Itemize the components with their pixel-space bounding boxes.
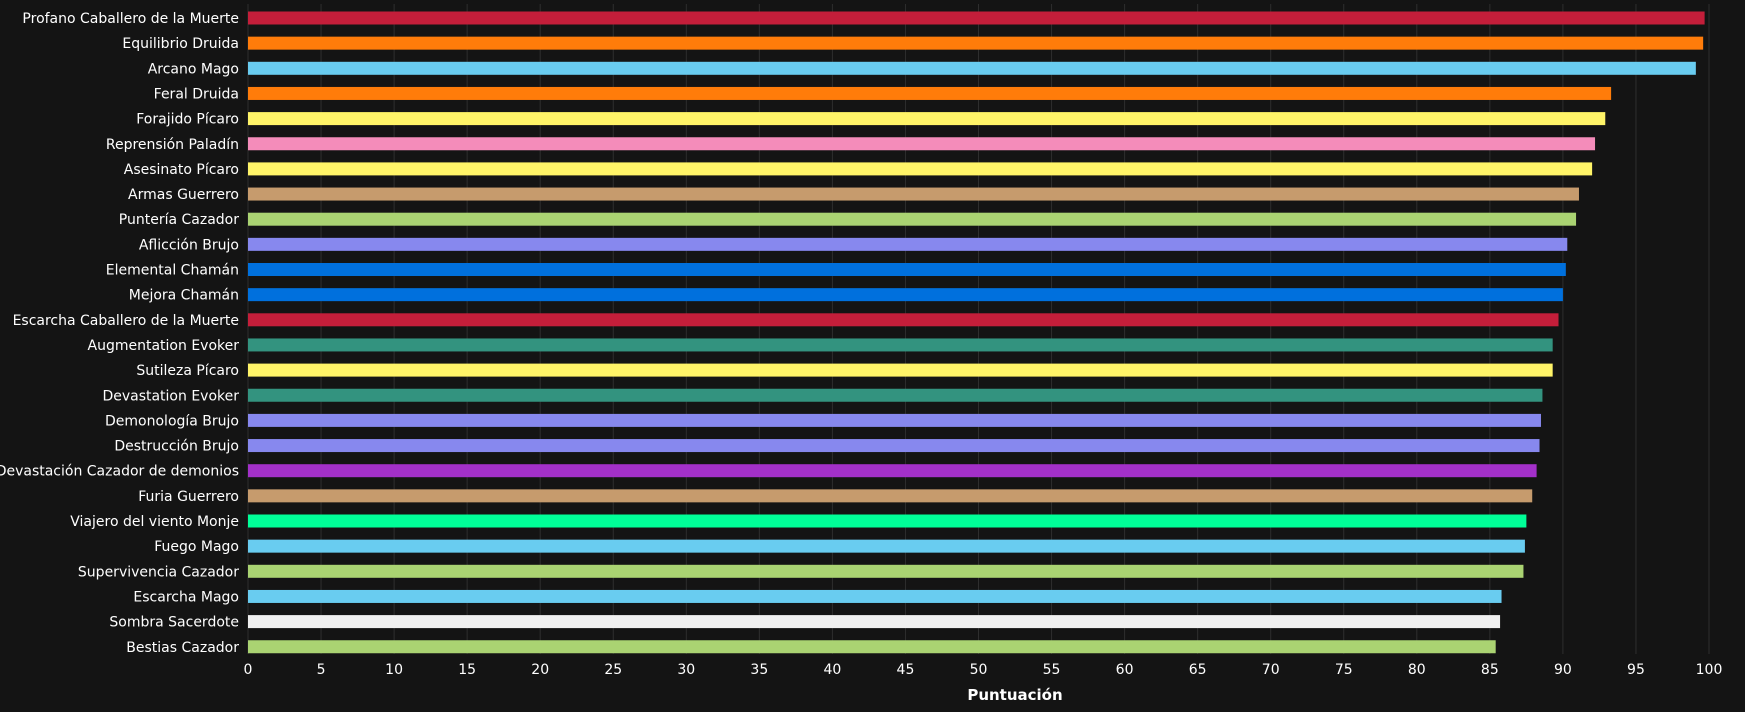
category-label: Escarcha Mago <box>133 589 239 605</box>
category-label: Profano Caballero de la Muerte <box>22 11 239 27</box>
category-label: Sutileza Pícaro <box>136 363 239 379</box>
category-label: Reprensión Paladín <box>106 137 239 153</box>
bar[interactable] <box>248 212 1577 226</box>
bar[interactable] <box>248 313 1559 327</box>
bar[interactable] <box>248 489 1533 503</box>
x-tick-label: 25 <box>604 662 622 678</box>
x-tick-label: 45 <box>897 662 915 678</box>
x-tick-label: 65 <box>1189 662 1207 678</box>
x-tick-label: 95 <box>1627 662 1645 678</box>
bar[interactable] <box>248 61 1696 75</box>
x-tick-label: 60 <box>1116 662 1134 678</box>
bar[interactable] <box>248 112 1606 126</box>
category-label: Destrucción Brujo <box>114 439 239 455</box>
bar[interactable] <box>248 162 1593 176</box>
bar[interactable] <box>248 11 1705 25</box>
x-axis-ticks: 0 5 10 15 20 25 30 35 40 45 50 55 60 65 70 75 80 85 90 95 10… <box>244 662 1723 678</box>
x-tick-label: 50 <box>970 662 988 678</box>
bar[interactable] <box>248 615 1501 629</box>
x-tick-label: 5 <box>317 662 326 678</box>
category-label: Augmentation Evoker <box>88 338 240 354</box>
bar[interactable] <box>248 187 1579 201</box>
bar[interactable] <box>248 263 1566 276</box>
category-label: Arcano Mago <box>148 61 239 77</box>
bar-chart: Profano Caballero de la Muerte Equilibrio… <box>0 4 1723 704</box>
category-label: Forajido Pícaro <box>136 112 239 128</box>
x-tick-label: 100 <box>1696 662 1723 678</box>
bar[interactable] <box>248 36 1704 50</box>
category-label: Bestias Cazador <box>126 640 239 656</box>
category-label: Aflicción Brujo <box>139 237 239 253</box>
category-label: Demonología Brujo <box>105 413 239 429</box>
bar[interactable] <box>248 413 1541 427</box>
x-tick-label: 55 <box>1043 662 1061 678</box>
category-label: Fuego Mago <box>154 539 239 555</box>
category-label: Asesinato Pícaro <box>124 162 239 178</box>
bars <box>248 11 1705 654</box>
x-tick-label: 85 <box>1481 662 1499 678</box>
category-label: Viajero del viento Monje <box>70 514 239 530</box>
category-labels: Profano Caballero de la Muerte Equilibrio… <box>0 11 239 656</box>
bar[interactable] <box>248 640 1496 654</box>
category-label: Puntería Cazador <box>119 212 239 228</box>
category-label: Feral Druida <box>154 86 239 102</box>
bar[interactable] <box>248 338 1553 352</box>
bar[interactable] <box>248 363 1553 377</box>
category-label: Devastation Evoker <box>102 388 239 404</box>
x-tick-label: 35 <box>750 662 768 678</box>
category-label: Furia Guerrero <box>138 489 239 505</box>
category-label: Armas Guerrero <box>128 187 239 203</box>
category-label: Escarcha Caballero de la Muerte <box>13 313 239 329</box>
grid-lines <box>247 4 1710 654</box>
x-tick-label: 30 <box>677 662 695 678</box>
x-tick-label: 70 <box>1262 662 1280 678</box>
bar[interactable] <box>248 288 1563 302</box>
category-label: Equilibrio Druida <box>122 36 239 52</box>
x-axis-label: Puntuación <box>967 686 1062 704</box>
x-tick-label: 90 <box>1554 662 1572 678</box>
bar[interactable] <box>248 388 1543 402</box>
x-tick-label: 75 <box>1335 662 1353 678</box>
category-label: Sombra Sacerdote <box>109 615 239 631</box>
category-label: Elemental Chamán <box>106 263 239 279</box>
x-tick-label: 20 <box>531 662 549 678</box>
x-tick-label: 10 <box>385 662 403 678</box>
chart-container: Profano Caballero de la Muerte Equilibrio… <box>0 0 1745 708</box>
bar[interactable] <box>248 86 1612 100</box>
bar[interactable] <box>248 464 1537 478</box>
category-label: Mejora Chamán <box>129 288 239 304</box>
x-tick-label: 80 <box>1408 662 1426 678</box>
bar[interactable] <box>248 137 1596 151</box>
bar[interactable] <box>248 589 1502 603</box>
bar[interactable] <box>248 539 1525 553</box>
x-tick-label: 0 <box>244 662 253 678</box>
bar[interactable] <box>248 237 1568 251</box>
category-label: Devastación Cazador de demonios <box>0 464 239 480</box>
bar[interactable] <box>248 514 1527 528</box>
x-tick-label: 15 <box>458 662 476 678</box>
category-label: Supervivencia Cazador <box>78 564 239 580</box>
bar[interactable] <box>248 439 1540 453</box>
x-tick-label: 40 <box>823 662 841 678</box>
bar[interactable] <box>248 564 1524 578</box>
